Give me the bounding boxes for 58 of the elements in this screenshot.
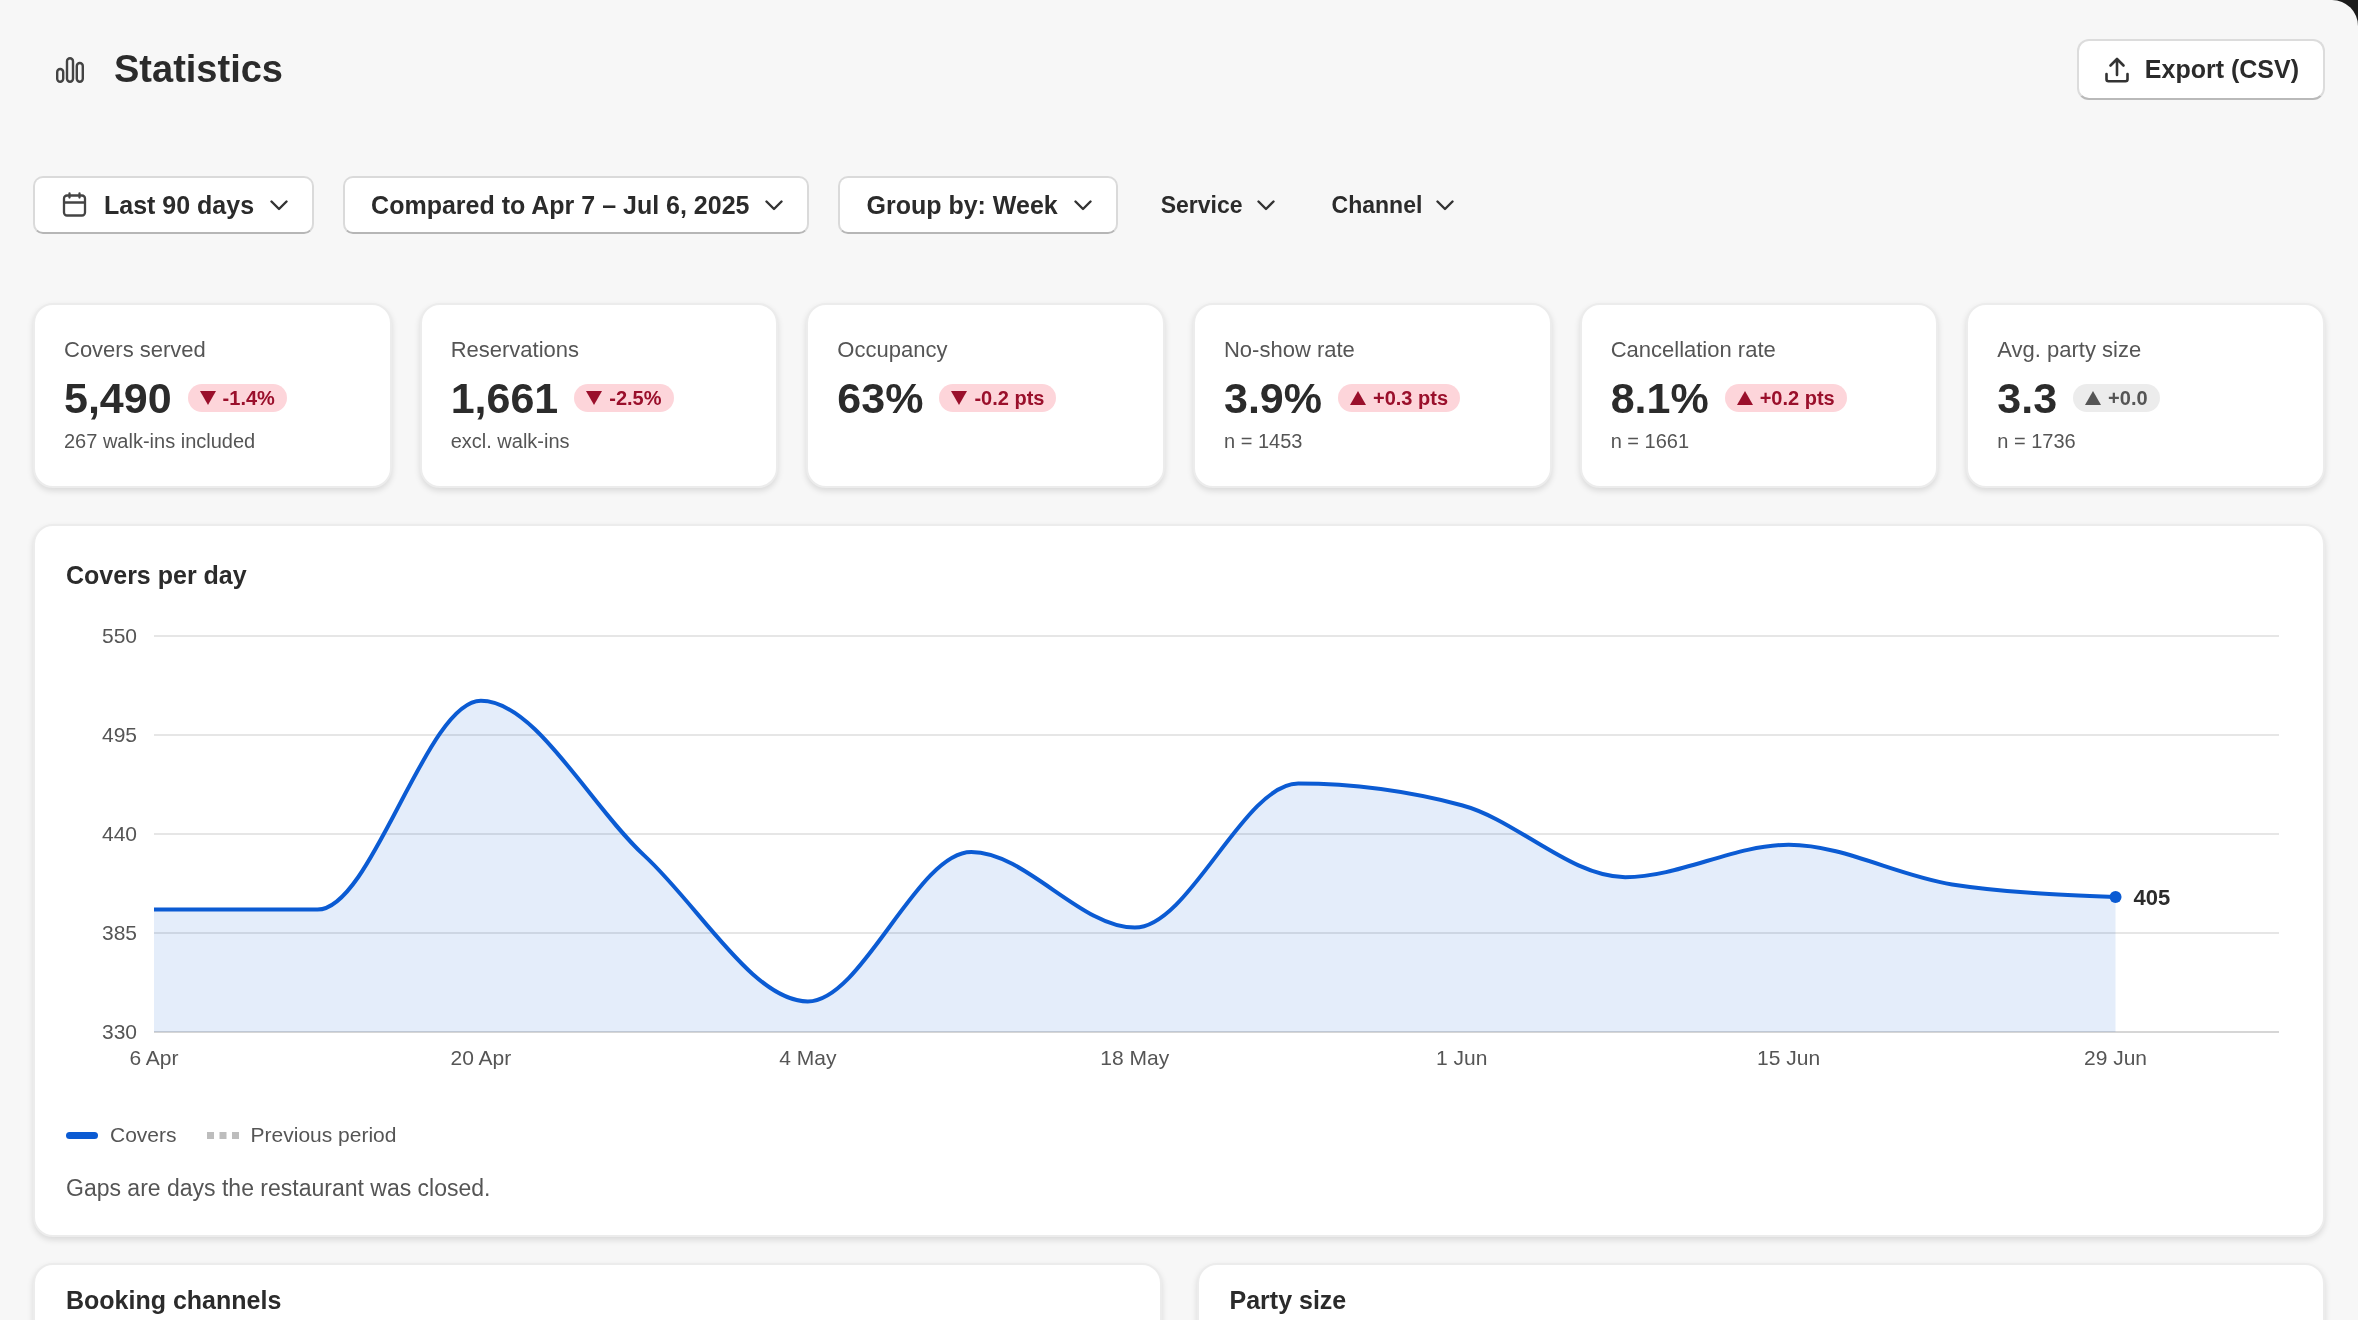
kpi-value: 3.9% <box>1224 373 1322 423</box>
change-value: +0.3 pts <box>1373 386 1449 410</box>
x-axis-label: 6 Apr <box>129 1046 179 1069</box>
kpi-label: Avg. party size <box>1997 336 2143 364</box>
calendar-icon <box>61 191 88 219</box>
y-axis-label: 330 <box>101 1020 137 1043</box>
kpi-label: Covers served <box>64 336 207 364</box>
kpi-note: n = 1736 <box>1997 429 2077 454</box>
legend-label: Previous period <box>250 1123 397 1147</box>
kpi-value: 3.3 <box>1997 373 2058 423</box>
bar-chart-icon <box>56 56 84 83</box>
chevron-down-icon <box>1073 199 1092 211</box>
x-axis-label: 15 Jun <box>1757 1046 1821 1069</box>
kpi-note: 267 walk-ins included <box>64 429 257 454</box>
card-title: Party size <box>1229 1285 1348 1315</box>
kpi-note: excl. walk-ins <box>450 429 571 454</box>
kpi-value: 63% <box>837 373 924 423</box>
data-label: 405 <box>2133 885 2171 910</box>
filter-dropdown[interactable]: Compared to Apr 7 – Jul 6, 2025 <box>343 176 810 234</box>
kpi-note: n = 1453 <box>1224 429 1304 454</box>
filter-menu[interactable]: Service <box>1146 176 1289 234</box>
filter-menu[interactable]: Channel <box>1317 176 1469 234</box>
change-value: +0.2 pts <box>1759 386 1835 410</box>
y-axis-label: 440 <box>101 822 137 845</box>
kpi-note: n = 1661 <box>1610 429 1691 454</box>
x-axis-label: 18 May <box>1100 1046 1170 1069</box>
change-value: -1.4% <box>222 386 275 410</box>
kpi-label: Cancellation rate <box>1610 336 1777 364</box>
kpi-value: 8.1% <box>1610 373 1709 423</box>
filter-dropdown[interactable]: Group by: Week <box>838 176 1118 234</box>
card-title: Covers per day <box>66 560 248 590</box>
chevron-down-icon <box>1436 199 1455 211</box>
legend-label: Covers <box>110 1123 177 1147</box>
kpi-label: Occupancy <box>837 336 949 364</box>
chevron-down-icon <box>270 199 289 211</box>
point-marker-icon <box>2109 891 2122 903</box>
change-value: +0.0 <box>2108 386 2148 410</box>
x-axis-label: 4 May <box>779 1046 837 1069</box>
page-title: Statistics <box>114 48 284 91</box>
export-button[interactable]: Export (CSV) <box>2076 39 2325 100</box>
kpi-label: No-show rate <box>1224 336 1356 364</box>
upload-icon <box>2102 55 2131 84</box>
card-title: Booking channels <box>66 1285 283 1315</box>
y-axis-label: 550 <box>101 624 137 647</box>
change-value: -2.5% <box>609 386 662 410</box>
chevron-down-icon <box>765 199 784 211</box>
y-axis-label: 495 <box>101 723 137 746</box>
kpi-value: 1,661 <box>450 373 559 423</box>
x-axis-label: 29 Jun <box>2084 1046 2148 1069</box>
kpi-label: Reservations <box>450 336 581 364</box>
x-axis-label: 20 Apr <box>450 1046 512 1069</box>
chevron-down-icon <box>1256 199 1275 211</box>
chart-note: Gaps are days the restaurant was closed. <box>66 1174 492 1203</box>
kpi-value: 5,490 <box>64 373 172 423</box>
y-axis-label: 385 <box>101 921 137 944</box>
date-range-dropdown[interactable]: Last 90 days <box>33 176 315 234</box>
change-value: -0.2 pts <box>974 386 1045 410</box>
x-axis-label: 1 Jun <box>1436 1046 1488 1069</box>
